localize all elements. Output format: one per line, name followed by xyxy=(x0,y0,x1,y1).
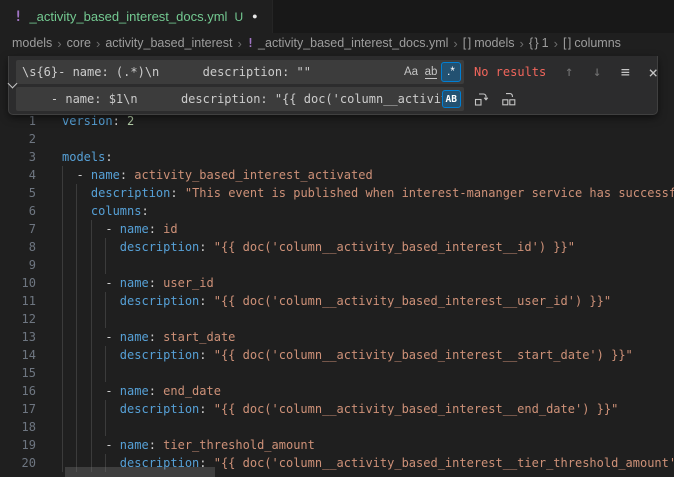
code-line[interactable]: 18 xyxy=(0,418,674,436)
code-line-text[interactable]: description: "{{ doc('column__activity_b… xyxy=(62,238,575,256)
chevron-right-icon: › xyxy=(237,36,241,51)
breadcrumb-item-symbol-1[interactable]: { } 1 xyxy=(529,36,549,50)
code-line-text[interactable]: columns: xyxy=(62,202,149,220)
line-number[interactable]: 11 xyxy=(0,292,36,310)
find-in-selection-button[interactable]: ≡ xyxy=(614,61,636,83)
regex-toggle[interactable]: .* xyxy=(441,62,461,82)
chevron-right-icon: › xyxy=(57,36,61,51)
line-number[interactable]: 6 xyxy=(0,202,36,220)
breadcrumb-item-file[interactable]: ! _activity_based_interest_docs.yml xyxy=(247,36,449,50)
code-line-text[interactable]: description: "This event is published wh… xyxy=(62,184,674,202)
code-line-text[interactable]: - name: end_date xyxy=(62,382,221,400)
line-number[interactable]: 18 xyxy=(0,418,36,436)
code-line[interactable]: 4 - name: activity_based_interest_activa… xyxy=(0,166,674,184)
code-line[interactable]: 9 xyxy=(0,256,674,274)
find-query-text: \s{6}- name: (.*)\n description: "" xyxy=(22,65,401,79)
code-line[interactable]: 3 models: xyxy=(0,148,674,166)
replace-all-button[interactable] xyxy=(498,88,520,110)
line-number[interactable]: 20 xyxy=(0,454,36,472)
line-number[interactable]: 8 xyxy=(0,238,36,256)
line-number[interactable]: 14 xyxy=(0,346,36,364)
line-number[interactable]: 19 xyxy=(0,436,36,454)
find-results-count: No results xyxy=(474,65,546,79)
breadcrumb-item-models[interactable]: models xyxy=(12,36,52,50)
line-number[interactable]: 10 xyxy=(0,274,36,292)
code-line-text[interactable]: - name: user_id xyxy=(62,274,214,292)
code-line[interactable]: 8 description: "{{ doc('column__activity… xyxy=(0,238,674,256)
line-number[interactable]: 15 xyxy=(0,364,36,382)
code-line-text[interactable]: - name: id xyxy=(62,220,178,238)
match-case-toggle[interactable]: Aa xyxy=(401,62,421,82)
symbol-array-icon: [ ] xyxy=(463,36,470,50)
code-line-text[interactable]: - name: start_date xyxy=(62,328,235,346)
chevron-right-icon: › xyxy=(519,36,523,51)
code-line[interactable]: 15 xyxy=(0,364,674,382)
chevron-right-icon: › xyxy=(96,36,100,51)
next-match-button[interactable]: ↓ xyxy=(586,61,608,83)
replace-button[interactable] xyxy=(470,88,492,110)
find-replace-widget: \s{6}- name: (.*)\n description: "" Aa a… xyxy=(8,56,658,115)
code-line[interactable]: 5 description: "This event is published … xyxy=(0,184,674,202)
code-line[interactable]: 17 description: "{{ doc('column__activit… xyxy=(0,400,674,418)
replace-value-text: - name: $1\n description: "{{ doc('colum… xyxy=(22,92,442,106)
code-line[interactable]: 19 - name: tier_threshold_amount xyxy=(0,436,674,454)
horizontal-scrollbar-thumb[interactable] xyxy=(65,467,215,477)
code-line[interactable]: 10 - name: user_id xyxy=(0,274,674,292)
preserve-case-toggle[interactable]: AB xyxy=(442,90,461,108)
code-line-text[interactable]: description: "{{ doc('column__activity_b… xyxy=(62,346,633,364)
code-line[interactable]: 16 - name: end_date xyxy=(0,382,674,400)
line-number[interactable]: 16 xyxy=(0,382,36,400)
breadcrumb-item-symbol-models[interactable]: [ ] models xyxy=(463,36,515,50)
yaml-file-icon: ! xyxy=(247,36,254,50)
whole-word-toggle[interactable]: ab xyxy=(421,62,441,82)
code-line[interactable]: 6 columns: xyxy=(0,202,674,220)
code-line[interactable]: 7 - name: id xyxy=(0,220,674,238)
line-number[interactable]: 2 xyxy=(0,130,36,148)
tab-active-file[interactable]: ! _activity_based_interest_docs.yml U ● xyxy=(0,0,273,33)
code-line[interactable]: 13 - name: start_date xyxy=(0,328,674,346)
yaml-file-icon: ! xyxy=(14,9,22,25)
find-input[interactable]: \s{6}- name: (.*)\n description: "" Aa a… xyxy=(16,60,464,84)
code-line[interactable]: 14 description: "{{ doc('column__activit… xyxy=(0,346,674,364)
breadcrumb-item-symbol-columns[interactable]: [ ] columns xyxy=(563,36,621,50)
line-number[interactable]: 12 xyxy=(0,310,36,328)
breadcrumb-item-folder[interactable]: activity_based_interest xyxy=(105,36,232,50)
line-number[interactable]: 5 xyxy=(0,184,36,202)
code-line-text[interactable]: description: "{{ doc('column__activity_b… xyxy=(62,292,611,310)
code-line-text[interactable]: description: "{{ doc('column__activity_b… xyxy=(62,400,618,418)
symbol-array-icon: [ ] xyxy=(563,36,570,50)
line-number[interactable]: 7 xyxy=(0,220,36,238)
editor-pane[interactable]: 1version: 223models:4 - name: activity_b… xyxy=(0,53,674,477)
line-number[interactable]: 3 xyxy=(0,148,36,166)
git-untracked-badge: U xyxy=(234,10,243,24)
chevron-right-icon: › xyxy=(453,36,457,51)
toggle-replace-button[interactable] xyxy=(9,56,16,114)
symbol-object-icon: { } xyxy=(529,36,538,50)
breadcrumb: models › core › activity_based_interest … xyxy=(0,33,674,53)
code-line[interactable]: 2 xyxy=(0,130,674,148)
code-line-text[interactable]: models: xyxy=(62,148,113,166)
line-number[interactable]: 17 xyxy=(0,400,36,418)
line-number[interactable]: 9 xyxy=(0,256,36,274)
replace-input[interactable]: - name: $1\n description: "{{ doc('colum… xyxy=(16,87,464,111)
code-line-text[interactable]: - name: tier_threshold_amount xyxy=(62,436,315,454)
line-number[interactable]: 4 xyxy=(0,166,36,184)
code-line-text[interactable]: - name: activity_based_interest_activate… xyxy=(62,166,373,184)
tab-bar: ! _activity_based_interest_docs.yml U ● xyxy=(0,0,674,33)
code-line[interactable]: 11 description: "{{ doc('column__activit… xyxy=(0,292,674,310)
close-find-button[interactable]: × xyxy=(642,61,664,83)
code-line[interactable]: 12 xyxy=(0,310,674,328)
modified-dot-icon[interactable]: ● xyxy=(250,12,257,21)
previous-match-button[interactable]: ↑ xyxy=(558,61,580,83)
chevron-right-icon: › xyxy=(554,36,558,51)
breadcrumb-item-core[interactable]: core xyxy=(67,36,91,50)
replace-icon xyxy=(473,91,489,107)
replace-all-icon xyxy=(501,91,517,107)
line-number[interactable]: 13 xyxy=(0,328,36,346)
tab-filename: _activity_based_interest_docs.yml xyxy=(29,9,227,24)
